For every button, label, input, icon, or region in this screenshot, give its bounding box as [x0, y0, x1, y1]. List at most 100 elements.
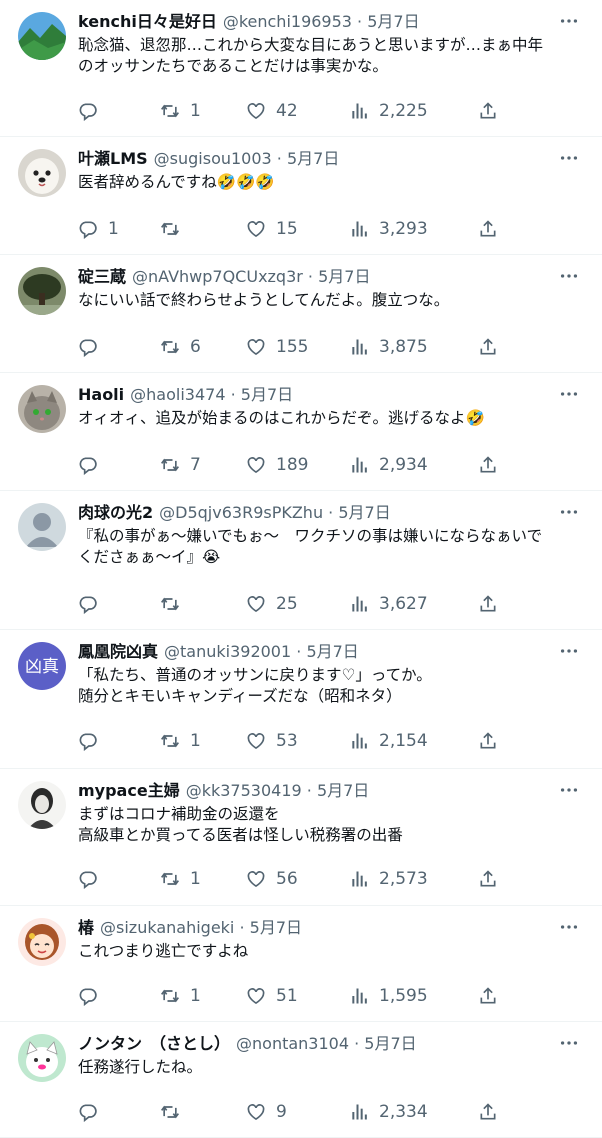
display-name[interactable]: 鳳凰院凶真	[78, 642, 158, 661]
tweet-card[interactable]: 碇三蔵 @nAVhwp7QCUxzq3r · 5月7日 なにいい話で終わらせようとし…	[0, 255, 602, 373]
retweet-button[interactable]: 7	[160, 453, 201, 477]
share-icon	[480, 102, 496, 119]
tweet-card[interactable]: Haoli @haoli3474 · 5月7日 オィオィ、追及が始まるのはこれからだ…	[0, 373, 602, 491]
display-name[interactable]: ノンタン （さとし）	[78, 1034, 230, 1053]
reply-button[interactable]	[78, 984, 108, 1008]
more-options-button[interactable]	[558, 147, 580, 169]
retweet-button[interactable]: 1	[160, 99, 201, 123]
retweet-button[interactable]: 6	[160, 335, 201, 359]
tweet-card[interactable]: ノンタン （さとし） @nontan3104 · 5月7日 任務遂行したね。 9 2,3…	[0, 1022, 602, 1138]
more-options-button[interactable]	[558, 640, 580, 662]
avatar[interactable]	[18, 267, 66, 315]
user-handle[interactable]: @haoli3474	[130, 385, 225, 404]
like-button[interactable]: 42	[246, 99, 298, 123]
more-options-button[interactable]	[558, 265, 580, 287]
tweet-date[interactable]: 5月7日	[250, 918, 302, 937]
reply-button[interactable]	[78, 592, 108, 616]
tweet-date[interactable]: 5月7日	[338, 503, 390, 522]
views-button[interactable]: 2,225	[349, 99, 428, 123]
views-button[interactable]: 3,293	[349, 217, 428, 241]
views-button[interactable]: 2,334	[349, 1100, 428, 1124]
share-button[interactable]	[478, 729, 498, 753]
tweet-card[interactable]: 肉球の光2 @D5qjv63R9sPKZhu · 5月7日 『私の事がぁ〜嫌いでもぉ…	[0, 491, 602, 630]
display-name[interactable]: Haoli	[78, 385, 124, 404]
tweet-date[interactable]: 5月7日	[367, 12, 419, 31]
like-button[interactable]: 56	[246, 867, 298, 891]
more-options-button[interactable]	[558, 501, 580, 523]
reply-button[interactable]	[78, 99, 108, 123]
user-handle[interactable]: @nontan3104	[236, 1034, 349, 1053]
retweet-button[interactable]: 1	[160, 729, 201, 753]
retweet-button[interactable]: 1	[160, 867, 201, 891]
tweet-date[interactable]: 5月7日	[364, 1034, 416, 1053]
tweet-date[interactable]: 5月7日	[306, 642, 358, 661]
tweet-date[interactable]: 5月7日	[317, 781, 369, 800]
avatar[interactable]	[18, 149, 66, 197]
views-button[interactable]: 1,595	[349, 984, 428, 1008]
more-options-button[interactable]	[558, 383, 580, 405]
avatar[interactable]	[18, 918, 66, 966]
views-button[interactable]: 2,573	[349, 867, 428, 891]
views-button[interactable]: 3,627	[349, 592, 428, 616]
more-options-button[interactable]	[558, 1032, 580, 1054]
user-handle[interactable]: @kk37530419	[186, 781, 302, 800]
like-button[interactable]: 189	[246, 453, 308, 477]
user-handle[interactable]: @tanuki392001	[164, 642, 291, 661]
user-handle[interactable]: @sizukanahigeki	[100, 918, 234, 937]
like-button[interactable]: 25	[246, 592, 298, 616]
reply-button[interactable]	[78, 1100, 108, 1124]
user-handle[interactable]: @D5qjv63R9sPKZhu	[159, 503, 323, 522]
share-button[interactable]	[478, 984, 498, 1008]
like-button[interactable]: 53	[246, 729, 298, 753]
avatar[interactable]: 凶真	[18, 642, 66, 690]
user-handle[interactable]: @kenchi196953	[223, 12, 352, 31]
views-button[interactable]: 2,154	[349, 729, 428, 753]
tweet-card[interactable]: 凶真 鳳凰院凶真 @tanuki392001 · 5月7日 「私たち、普通のオッサンに…	[0, 630, 602, 769]
reply-button[interactable]	[78, 867, 108, 891]
tweet-date[interactable]: 5月7日	[287, 149, 339, 168]
share-button[interactable]	[478, 217, 498, 241]
views-button[interactable]: 2,934	[349, 453, 428, 477]
tweet-card[interactable]: kenchi日々是好日 @kenchi196953 · 5月7日 恥念猫、退忽那…こ…	[0, 0, 602, 137]
reply-button[interactable]: 1	[78, 217, 119, 241]
display-name[interactable]: 椿	[78, 918, 94, 937]
tweet-card[interactable]: 叶瀬LMS @sugisou1003 · 5月7日 医者辞めるんですね🤣🤣🤣 1 15 3…	[0, 137, 602, 255]
more-options-button[interactable]	[558, 10, 580, 32]
display-name[interactable]: mypace主婦	[78, 781, 180, 800]
share-button[interactable]	[478, 592, 498, 616]
share-button[interactable]	[478, 453, 498, 477]
tweet-date[interactable]: 5月7日	[241, 385, 293, 404]
avatar[interactable]	[18, 385, 66, 433]
tweet-card[interactable]: mypace主婦 @kk37530419 · 5月7日 まずはコロナ補助金の返還を高…	[0, 769, 602, 906]
retweet-button[interactable]	[160, 1100, 190, 1124]
views-button[interactable]: 3,875	[349, 335, 428, 359]
more-options-button[interactable]	[558, 779, 580, 801]
display-name[interactable]: kenchi日々是好日	[78, 12, 217, 31]
retweet-button[interactable]	[160, 217, 190, 241]
display-name[interactable]: 肉球の光2	[78, 503, 153, 522]
share-button[interactable]	[478, 99, 498, 123]
user-handle[interactable]: @nAVhwp7QCUxzq3r	[132, 267, 303, 286]
retweet-button[interactable]	[160, 592, 190, 616]
display-name[interactable]: 碇三蔵	[78, 267, 126, 286]
like-button[interactable]: 155	[246, 335, 308, 359]
user-handle[interactable]: @sugisou1003	[154, 149, 272, 168]
avatar[interactable]	[18, 503, 66, 551]
like-button[interactable]: 51	[246, 984, 298, 1008]
avatar[interactable]	[18, 12, 66, 60]
share-button[interactable]	[478, 1100, 498, 1124]
avatar[interactable]	[18, 781, 66, 829]
reply-button[interactable]	[78, 335, 108, 359]
more-options-button[interactable]	[558, 916, 580, 938]
like-button[interactable]: 15	[246, 217, 298, 241]
tweet-date[interactable]: 5月7日	[318, 267, 370, 286]
retweet-button[interactable]: 1	[160, 984, 201, 1008]
share-button[interactable]	[478, 335, 498, 359]
reply-button[interactable]	[78, 729, 108, 753]
like-button[interactable]: 9	[246, 1100, 287, 1124]
avatar[interactable]	[18, 1034, 66, 1082]
display-name[interactable]: 叶瀬LMS	[78, 149, 148, 168]
share-button[interactable]	[478, 867, 498, 891]
reply-button[interactable]	[78, 453, 108, 477]
tweet-card[interactable]: 椿 @sizukanahigeki · 5月7日 これつまり逃亡ですよね 1 51 1,5…	[0, 906, 602, 1022]
